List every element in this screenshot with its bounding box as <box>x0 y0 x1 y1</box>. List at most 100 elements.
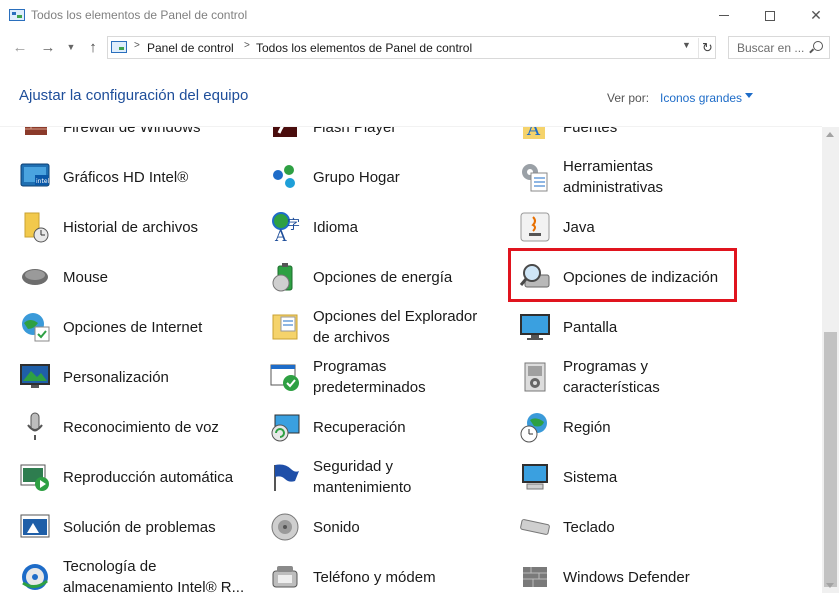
phone-modem-icon <box>269 561 301 593</box>
control-panel-icon <box>9 9 25 21</box>
breadcrumb-separator-icon[interactable]: > <box>134 40 140 51</box>
speech-recognition-icon <box>19 411 51 443</box>
minimize-icon <box>719 15 729 16</box>
chevron-down-icon: ▼ <box>66 42 76 52</box>
control-panel-item-homegroup[interactable]: Grupo Hogar <box>269 152 504 202</box>
address-dropdown-icon[interactable]: ▼ <box>682 40 691 50</box>
personalization-icon <box>19 361 51 393</box>
title-bar: Todos los elementos de Panel de control … <box>0 0 839 31</box>
control-panel-item-intel-graphics[interactable]: intel Gráficos HD Intel® <box>19 152 254 202</box>
item-label: Idioma <box>313 219 359 236</box>
control-panel-item-personalization[interactable]: Personalización <box>19 352 254 402</box>
svg-text:字: 字 <box>287 217 300 232</box>
explorer-options-icon <box>269 311 301 343</box>
control-panel-item-fonts[interactable]: A Fuentes <box>519 127 754 152</box>
item-label: Opciones de Internet <box>63 319 203 336</box>
forward-arrow-icon: → <box>40 38 56 56</box>
control-panel-item-security-maintenance[interactable]: Seguridad y mantenimiento <box>269 452 504 502</box>
chevron-down-icon[interactable] <box>745 93 753 98</box>
homegroup-icon <box>269 161 301 193</box>
control-panel-item-windows-defender[interactable]: Windows Defender <box>519 552 754 593</box>
search-box[interactable] <box>728 36 830 59</box>
control-panel-item-flash-player[interactable]: Flash Player <box>269 127 504 152</box>
power-options-icon <box>269 261 301 293</box>
item-label: Sistema <box>563 469 618 486</box>
minimize-button[interactable] <box>701 0 747 31</box>
control-panel-item-region[interactable]: Región <box>519 402 754 452</box>
item-label: Teléfono y módem <box>313 569 436 586</box>
scroll-thumb[interactable] <box>824 332 837 587</box>
control-panel-item-display[interactable]: Pantalla <box>519 302 754 352</box>
control-panel-item-troubleshooting[interactable]: Solución de problemas <box>19 502 254 552</box>
control-panel-item-java[interactable]: Java <box>519 202 754 252</box>
item-label: Pantalla <box>563 319 618 336</box>
intel-graphics-icon: intel <box>19 161 51 193</box>
search-input[interactable] <box>729 37 807 58</box>
up-button[interactable]: ↑ <box>84 37 102 57</box>
item-label: Tecnología de almacenamiento Intel® R... <box>63 558 245 593</box>
control-panel-item-power-options[interactable]: Opciones de energía <box>269 252 504 302</box>
system-icon <box>519 461 551 493</box>
breadcrumb-separator-icon[interactable]: > <box>244 40 250 51</box>
item-label: Seguridad y mantenimiento <box>313 458 412 496</box>
default-programs-icon <box>269 361 301 393</box>
language-icon: A字 <box>269 211 301 245</box>
control-panel-item-keyboard[interactable]: Teclado <box>519 502 754 552</box>
navigation-bar: ← → ▼ ↑ > Panel de control > Todos los e… <box>0 31 839 65</box>
control-panel-item-mouse[interactable]: Mouse <box>19 252 254 302</box>
item-label: Mouse <box>63 269 109 286</box>
item-label: Herramientas administrativas <box>563 158 664 196</box>
item-label: Gráficos HD Intel® <box>63 169 189 186</box>
page-title: Ajustar la configuración del equipo <box>19 87 249 104</box>
control-panel-item-explorer-options[interactable]: Opciones del Explorador de archivos <box>269 302 504 352</box>
control-panel-item-file-history[interactable]: Historial de archivos <box>19 202 254 252</box>
view-by-label: Ver por: <box>607 91 650 105</box>
scroll-up-icon[interactable] <box>826 132 834 137</box>
forward-button[interactable]: → <box>38 37 58 57</box>
vertical-scrollbar[interactable] <box>822 127 839 593</box>
control-panel-item-internet-options[interactable]: Opciones de Internet <box>19 302 254 352</box>
flash-player-icon <box>269 127 301 143</box>
item-label: Flash Player <box>313 127 397 136</box>
control-panel-items: Firewall de Windows Flash Player A Fuentes i… <box>0 127 822 593</box>
svg-text:A: A <box>526 127 541 140</box>
item-label: Grupo Hogar <box>313 169 400 186</box>
back-button[interactable]: ← <box>10 37 30 57</box>
item-label: Personalización <box>63 369 169 386</box>
control-panel-item-default-programs[interactable]: Programas predeterminados <box>269 352 504 402</box>
control-panel-item-language[interactable]: A 字 Idioma <box>269 202 504 252</box>
item-label: Programas predeterminados <box>313 358 426 396</box>
maximize-button[interactable] <box>747 0 793 31</box>
item-label: Fuentes <box>563 127 618 136</box>
breadcrumb-all-items[interactable]: Todos los elementos de Panel de control <box>256 41 472 55</box>
recovery-icon <box>269 411 301 443</box>
control-panel-item-admin-tools[interactable]: Herramientas administrativas <box>519 152 754 202</box>
view-by-dropdown[interactable]: Iconos grandes <box>660 91 742 105</box>
recent-locations-button[interactable]: ▼ <box>64 37 78 57</box>
control-panel-item-speech-recognition[interactable]: Reconocimiento de voz <box>19 402 254 452</box>
control-panel-item-sound[interactable]: Sonido <box>269 502 504 552</box>
maximize-icon <box>765 10 775 21</box>
address-bar[interactable]: > Panel de control > Todos los elementos… <box>107 36 716 59</box>
control-panel-item-recovery[interactable]: Recuperación <box>269 402 504 452</box>
control-panel-item-autoplay[interactable]: Reproducción automática <box>19 452 254 502</box>
control-panel-item-system[interactable]: Sistema <box>519 452 754 502</box>
scroll-down-icon[interactable] <box>826 583 834 588</box>
breadcrumb-control-panel[interactable]: Panel de control <box>147 41 234 55</box>
region-icon <box>519 411 551 443</box>
sound-icon <box>269 511 301 543</box>
programs-features-icon <box>519 361 551 393</box>
control-panel-item-programs-features[interactable]: Programas y características <box>519 352 754 402</box>
item-label: Windows Defender <box>563 569 690 586</box>
troubleshooting-icon <box>19 511 51 543</box>
control-panel-item-intel-storage[interactable]: Tecnología de almacenamiento Intel® R... <box>19 552 254 593</box>
control-panel-item-firewall[interactable]: Firewall de Windows <box>19 127 254 152</box>
item-label: Reproducción automática <box>63 469 234 486</box>
close-button[interactable]: ✕ <box>793 0 839 31</box>
item-label: Teclado <box>563 519 615 536</box>
refresh-button[interactable]: ↻ <box>698 38 716 58</box>
display-icon <box>519 311 551 343</box>
search-icon[interactable] <box>813 41 823 51</box>
windows-defender-icon <box>519 561 551 593</box>
control-panel-item-phone-modem[interactable]: Teléfono y módem <box>269 552 504 593</box>
